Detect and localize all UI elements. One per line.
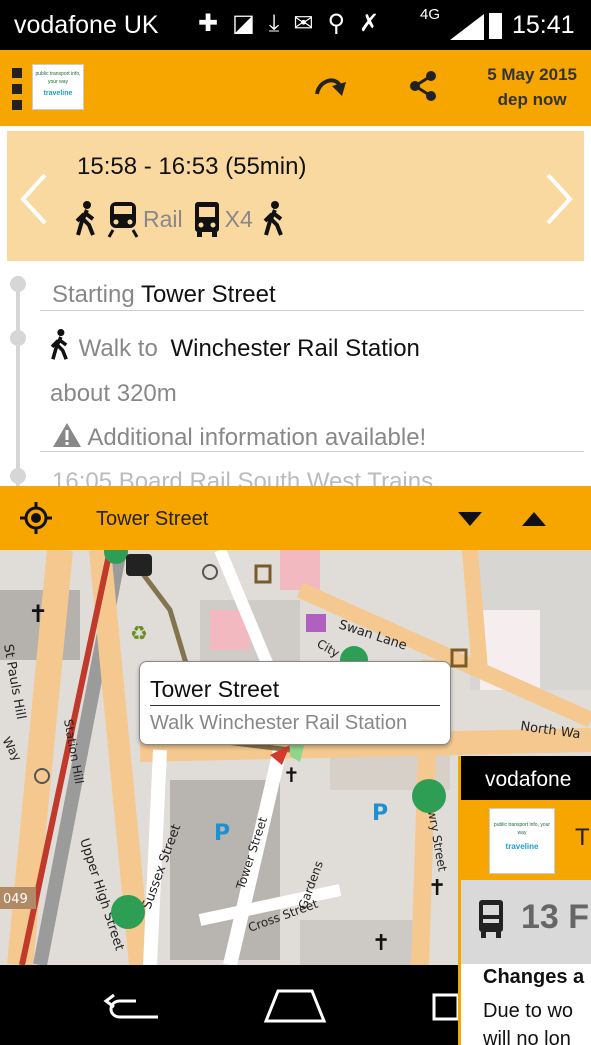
- journey-panel: 15:58 - 16:53 (55min) Rail X4 Starting T…: [0, 126, 591, 486]
- departure-time: dep now: [497, 90, 567, 109]
- logo-brand: traveline: [43, 90, 73, 97]
- bus-icon: [194, 202, 219, 237]
- parking-icon: P: [214, 821, 230, 846]
- step-board-partial[interactable]: 16:05 Board Rail South West Trains: [52, 468, 433, 486]
- road-number: 049: [3, 892, 28, 907]
- date-time-selector[interactable]: 5 May 2015 dep now: [487, 62, 577, 112]
- church-icon: ✝: [28, 600, 48, 628]
- logo-tagline: public transport info, your way: [35, 71, 81, 85]
- popup-subtitle: Walk Winchester Rail Station: [150, 712, 408, 734]
- thumbnail-changes-text: will no lon: [483, 1028, 571, 1045]
- current-location-label: Tower Street: [96, 508, 209, 530]
- step-timeline: [16, 276, 20, 486]
- church-icon: ✝: [372, 931, 390, 956]
- warning-icon: [53, 423, 81, 447]
- thumbnail-carrier: vodafone: [485, 768, 572, 791]
- walk-destination: Winchester Rail Station: [170, 335, 420, 362]
- thumbnail-status-bar: vodafone: [461, 756, 591, 800]
- thumbnail-title: T: [575, 824, 590, 851]
- church-icon: ✝: [283, 763, 300, 787]
- journey-date: 5 May 2015: [487, 65, 577, 84]
- walk-label: Walk to: [78, 335, 158, 362]
- thumbnail-logo-brand: traveline: [505, 842, 539, 851]
- stop-popup[interactable]: Tower Street Walk Winchester Rail Statio…: [139, 661, 451, 745]
- walk-icon: [50, 329, 68, 360]
- battery-icon: [489, 13, 502, 39]
- thumbnail-changes-text: Due to wo: [483, 1000, 574, 1022]
- starting-label: Starting: [52, 281, 135, 308]
- recent-app-thumbnail[interactable]: vodafone public transport info, your way…: [458, 756, 591, 1045]
- home-icon[interactable]: [262, 987, 328, 1023]
- step-up-icon[interactable]: [522, 512, 546, 526]
- stop-marker[interactable]: [412, 779, 446, 813]
- church-icon: ✝: [428, 876, 446, 901]
- stop-marker[interactable]: [111, 895, 145, 929]
- timeline-dot: [10, 276, 26, 292]
- menu-icon[interactable]: [12, 68, 22, 112]
- thumbnail-logo: public transport info, your way travelin…: [489, 808, 555, 874]
- train-icon: [107, 202, 139, 238]
- step-walk[interactable]: Walk to Winchester Rail Station: [48, 329, 420, 363]
- divider: [40, 451, 584, 452]
- popup-title: Tower Street: [150, 676, 440, 706]
- app-bar: public transport info, your way travelin…: [0, 50, 591, 126]
- my-location-icon[interactable]: [20, 502, 52, 534]
- train-station-icon[interactable]: [126, 554, 152, 576]
- thumbnail-route-header: 13 F: [461, 880, 591, 964]
- journey-summary-card[interactable]: 15:58 - 16:53 (55min) Rail X4: [7, 131, 584, 261]
- thumbnail-logo-tagline: public transport info, your way: [493, 822, 551, 836]
- mode-label-bus: X4: [224, 205, 253, 232]
- building: [300, 920, 420, 965]
- location-bar: Tower Street: [0, 486, 591, 550]
- timeline-dot: [10, 468, 26, 484]
- shop-icon: [306, 614, 326, 632]
- carrier-name: vodafone UK: [14, 11, 159, 39]
- timeline-dot: [10, 330, 26, 346]
- next-journey-icon[interactable]: [544, 173, 574, 225]
- clock: 15:41: [512, 11, 575, 39]
- mode-label-rail: Rail: [143, 205, 183, 232]
- share-icon[interactable]: [408, 70, 438, 102]
- walk-icon: [263, 201, 283, 236]
- step-starting[interactable]: Starting Tower Street: [52, 281, 276, 309]
- parking-icon: P: [372, 801, 388, 826]
- back-icon[interactable]: [100, 993, 164, 1023]
- previous-journey-icon[interactable]: [19, 173, 49, 225]
- thumbnail-app-bar: public transport info, your way travelin…: [461, 800, 591, 880]
- walk-distance: about 320m: [50, 380, 177, 407]
- recycling-icon: ♻: [130, 621, 148, 645]
- journey-time-range: 15:58 - 16:53 (55min): [77, 153, 307, 180]
- thumbnail-changes-heading: Changes a: [483, 966, 585, 988]
- walk-icon: [75, 201, 95, 236]
- journey-modes: Rail X4: [73, 199, 287, 239]
- recent-apps-icon[interactable]: [430, 991, 460, 1021]
- status-bar: vodafone UK ✚◪⤓✉⚲✗ 4G 15:41: [0, 0, 591, 50]
- signal-icon: [450, 14, 484, 40]
- additional-info-text: Additional information available!: [87, 424, 427, 451]
- divider: [40, 310, 584, 311]
- network-type: 4G: [420, 6, 441, 23]
- notification-icons: ✚◪⤓✉⚲✗: [198, 10, 394, 37]
- land-use: [280, 550, 320, 590]
- bus-icon: [479, 900, 503, 938]
- traveline-logo[interactable]: public transport info, your way travelin…: [32, 64, 84, 110]
- thumbnail-route-number: 13 F: [521, 898, 590, 936]
- starting-place: Tower Street: [140, 281, 276, 308]
- redo-arrow-icon[interactable]: [312, 68, 348, 104]
- road: [462, 550, 488, 671]
- step-down-icon[interactable]: [458, 512, 482, 526]
- additional-info[interactable]: Additional information available!: [52, 422, 426, 452]
